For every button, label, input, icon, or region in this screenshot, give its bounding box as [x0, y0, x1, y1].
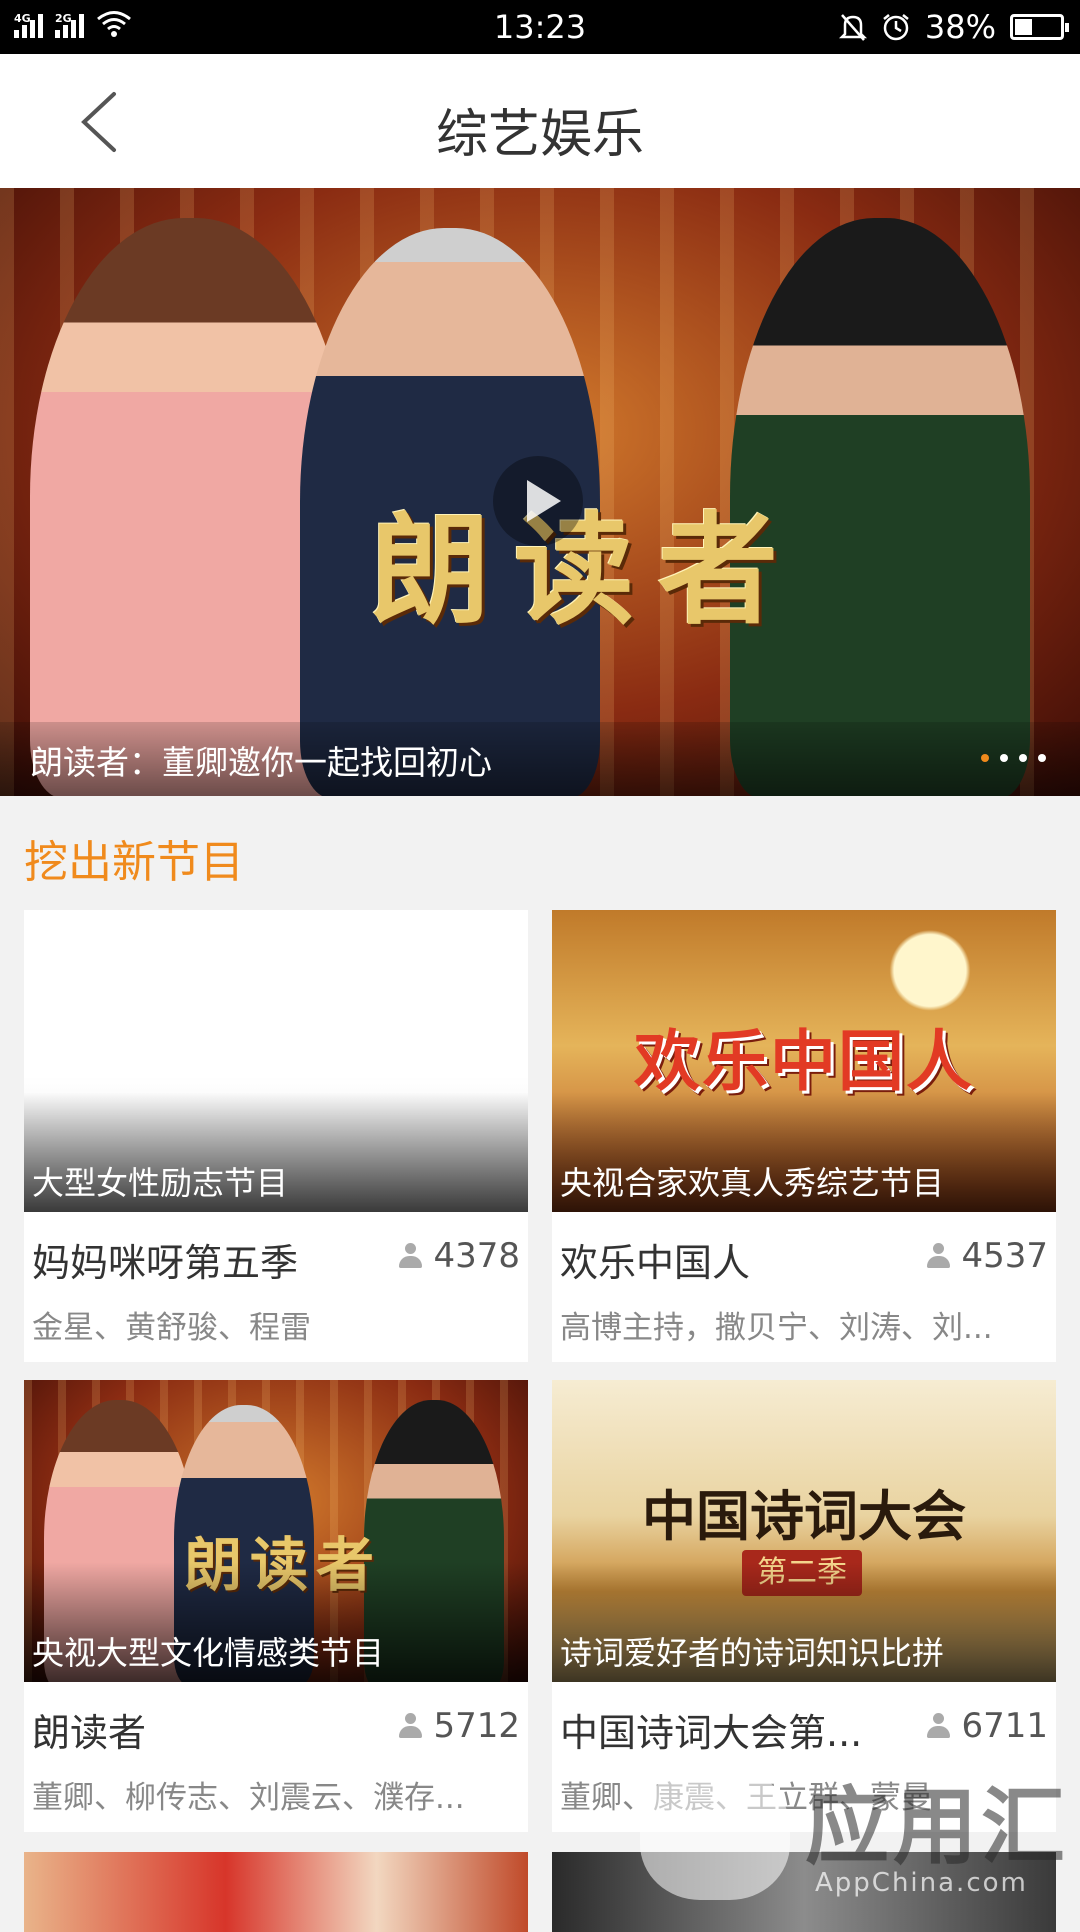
battery-icon: [1010, 14, 1069, 40]
status-bar: 4G 2G 13:23 38%: [0, 0, 1080, 54]
battery-percent: 38%: [924, 8, 996, 46]
program-card-partial[interactable]: [552, 1852, 1056, 1932]
program-name: 中国诗词大会第...: [560, 1711, 863, 1755]
banner-logo-art: 朗读者: [370, 500, 802, 641]
user-icon: [397, 1713, 423, 1739]
program-name: 欢乐中国人: [560, 1241, 751, 1285]
program-tag: 诗词爱好者的诗词知识比拼: [560, 1634, 945, 1672]
viewer-count: 5712: [397, 1706, 520, 1746]
carousel-dot: [1038, 754, 1046, 762]
alarm-icon: [883, 14, 909, 41]
program-thumbnail: 朗读者 央视大型文化情感类节目: [24, 1380, 528, 1682]
program-name: 妈妈咪呀第五季: [32, 1241, 299, 1285]
thumbnail-logo-art: 中国诗词大会: [642, 1484, 966, 1548]
mute-bell-icon: [838, 14, 867, 41]
featured-banner[interactable]: 朗读者 朗读者：董卿邀你一起找回初心: [0, 188, 1080, 796]
program-name: 朗读者: [32, 1711, 147, 1755]
carousel-dot: [1019, 754, 1027, 762]
program-thumbnail: 欢乐中国人 央视合家欢真人秀综艺节目: [552, 910, 1056, 1212]
viewer-count: 6711: [925, 1706, 1048, 1746]
program-card[interactable]: 朗读者 央视大型文化情感类节目 朗读者 5712 董卿、柳传志、刘震云、濮存..…: [24, 1380, 528, 1832]
banner-caption-bar: 朗读者：董卿邀你一起找回初心: [0, 722, 1080, 796]
section-title: 挖出新节目: [24, 837, 244, 888]
program-cast: 高博主持，撒贝宁、刘涛、刘...: [560, 1310, 993, 1346]
user-icon: [925, 1243, 951, 1269]
program-card[interactable]: 欢乐中国人 央视合家欢真人秀综艺节目 欢乐中国人 4537 高博主持，撒贝宁、刘…: [552, 910, 1056, 1362]
viewer-count-value: 5712: [433, 1706, 520, 1746]
viewer-count: 4537: [925, 1236, 1048, 1276]
app-header: 综艺娱乐: [0, 54, 1080, 188]
program-cast: 董卿、康震、王立群、蒙曼: [560, 1780, 932, 1816]
user-icon: [925, 1713, 951, 1739]
viewer-count: 4378: [397, 1236, 520, 1276]
page-title: 综艺娱乐: [435, 105, 644, 165]
program-tag: 大型女性励志节目: [32, 1164, 289, 1202]
user-icon: [397, 1243, 423, 1269]
play-icon[interactable]: [493, 456, 583, 546]
program-thumbnail: 中国诗词大会 第二季 诗词爱好者的诗词知识比拼: [552, 1380, 1056, 1682]
viewer-count-value: 4378: [433, 1236, 520, 1276]
carousel-dot: [1000, 754, 1008, 762]
banner-caption: 朗读者：董卿邀你一起找回初心: [30, 743, 492, 782]
thumbnail-logo-art: 欢乐中国人: [634, 1023, 974, 1100]
program-cast: 金星、黄舒骏、程雷: [32, 1310, 311, 1346]
program-card[interactable]: 大型女性励志节目 妈妈咪呀第五季 4378 金星、黄舒骏、程雷: [24, 910, 528, 1362]
program-cast: 董卿、柳传志、刘震云、濮存...: [32, 1780, 465, 1816]
carousel-dot: [981, 754, 989, 762]
program-tag: 央视合家欢真人秀综艺节目: [560, 1164, 945, 1202]
viewer-count-value: 6711: [961, 1706, 1048, 1746]
program-card[interactable]: 中国诗词大会 第二季 诗词爱好者的诗词知识比拼 中国诗词大会第... 6711 …: [552, 1380, 1056, 1832]
program-thumbnail: 大型女性励志节目: [24, 910, 528, 1212]
program-card-partial[interactable]: [24, 1852, 528, 1932]
program-tag: 央视大型文化情感类节目: [32, 1634, 385, 1672]
viewer-count-value: 4537: [961, 1236, 1048, 1276]
carousel-indicator: [981, 754, 1046, 762]
